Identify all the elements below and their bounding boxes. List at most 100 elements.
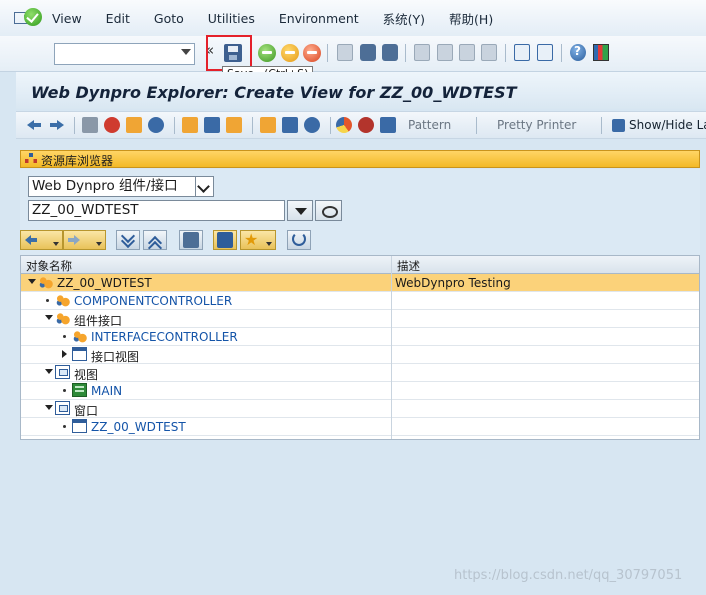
first-page-icon[interactable] <box>414 44 430 61</box>
menu-utilities[interactable]: Utilities <box>208 11 255 26</box>
forward-arrow-icon[interactable] <box>49 117 65 133</box>
wizard-icon[interactable] <box>380 117 396 133</box>
help-icon[interactable] <box>570 44 586 61</box>
previous-page-icon[interactable] <box>437 44 453 61</box>
tree-node-label[interactable]: 窗口 <box>74 402 98 419</box>
toolbar-separator <box>327 44 328 62</box>
where-used-icon[interactable] <box>148 117 164 133</box>
cancel-icon[interactable] <box>303 44 321 62</box>
table-header: 对象名称 描述 <box>21 256 699 274</box>
views-folder-icon <box>55 365 70 379</box>
menu-system[interactable]: 系统(Y) <box>383 9 425 28</box>
expanded-triangle-icon[interactable] <box>45 369 53 374</box>
test-icon[interactable] <box>358 117 374 133</box>
toolbar-separator <box>74 117 75 134</box>
repository-browser-label: 资源库浏览器 <box>41 154 114 168</box>
leaf-dot <box>46 299 49 302</box>
tree-node-label[interactable]: MAIN <box>91 384 122 398</box>
pattern-button[interactable]: Pattern <box>408 118 451 132</box>
refresh-button[interactable] <box>287 230 311 250</box>
tree-row[interactable]: 接口视图 <box>21 346 699 364</box>
menu-environment[interactable]: Environment <box>279 11 359 26</box>
new-session-icon[interactable] <box>514 44 530 61</box>
expand-all-button[interactable] <box>116 228 140 250</box>
back-arrow-icon <box>25 235 37 245</box>
window-icon <box>72 419 87 433</box>
tree-row[interactable]: ZZ_00_WDTEST WebDynpro Testing <box>21 274 699 292</box>
tree-row[interactable]: ZZ_00_WDTEST <box>21 418 699 436</box>
navigate-icon[interactable] <box>226 117 242 133</box>
display-change-icon[interactable] <box>82 117 98 133</box>
expanded-triangle-icon[interactable] <box>45 315 53 320</box>
tree-node-label[interactable]: 视图 <box>74 366 98 383</box>
hierarchy-button[interactable] <box>213 230 237 250</box>
tree-node-label[interactable]: COMPONENTCONTROLLER <box>74 294 232 308</box>
tree-row[interactable]: 窗口 <box>21 400 699 418</box>
exit-nav-icon[interactable] <box>281 44 299 62</box>
back-icon[interactable] <box>258 44 276 62</box>
chevron-down-icon[interactable] <box>195 177 213 196</box>
tree-row[interactable]: MAIN <box>21 382 699 400</box>
toolbar-separator <box>601 117 602 134</box>
tree-node-label[interactable]: 接口视图 <box>91 348 139 365</box>
collapse-all-button[interactable] <box>143 230 167 256</box>
info-icon[interactable] <box>304 117 320 133</box>
pie-icon[interactable] <box>336 117 352 133</box>
pretty-printer-button[interactable]: Pretty Printer <box>497 118 576 132</box>
magic-wand-icon[interactable] <box>204 117 220 133</box>
toolbar-separator <box>476 117 477 134</box>
object-list-icon[interactable] <box>182 117 198 133</box>
tree-node-label[interactable]: ZZ_00_WDTEST <box>57 276 152 290</box>
toolbar-separator <box>330 117 331 134</box>
customize-layout-icon[interactable] <box>593 44 609 61</box>
toolbar-separator <box>252 117 253 134</box>
hierarchy-icon[interactable] <box>260 117 276 133</box>
tree-node-label[interactable]: INTERFACECONTROLLER <box>91 330 238 344</box>
back-arrow-icon[interactable] <box>26 117 42 133</box>
collapsed-triangle-icon[interactable] <box>62 350 67 358</box>
object-type-select[interactable]: Web Dynpro 组件/接口 <box>28 176 214 197</box>
column-divider[interactable] <box>391 256 392 439</box>
tree-node-label[interactable]: ZZ_00_WDTEST <box>91 420 186 434</box>
next-page-icon[interactable] <box>459 44 475 61</box>
tree-row[interactable]: COMPONENTCONTROLLER <box>21 292 699 310</box>
toolbar-separator <box>174 117 175 134</box>
last-page-icon[interactable] <box>481 44 497 61</box>
hierarchy-icon <box>217 232 233 248</box>
tree-row[interactable]: 组件接口 <box>21 310 699 328</box>
tree-node-label[interactable]: 组件接口 <box>74 312 122 329</box>
tree-row[interactable]: INTERFACECONTROLLER <box>21 328 699 346</box>
tree-back-button[interactable] <box>20 230 63 250</box>
forward-arrow-icon <box>68 235 80 245</box>
menu-view[interactable]: View <box>52 11 82 26</box>
enter-icon[interactable] <box>24 8 42 26</box>
show-hide-icon[interactable] <box>612 119 625 132</box>
dropdown-icon <box>53 242 59 246</box>
command-dropdown-icon[interactable] <box>181 49 191 55</box>
find-icon[interactable] <box>360 44 376 61</box>
print-icon[interactable] <box>337 44 353 61</box>
favorites-button[interactable]: ★ <box>240 230 276 250</box>
object-name-dropdown-button[interactable] <box>287 200 313 221</box>
menu-goto[interactable]: Goto <box>154 11 184 26</box>
find-button[interactable] <box>179 230 203 250</box>
object-name-input[interactable]: ZZ_00_WDTEST <box>28 200 285 221</box>
command-field[interactable] <box>54 43 195 65</box>
shortcut-icon[interactable] <box>537 44 553 61</box>
tree-forward-button[interactable] <box>63 230 106 250</box>
column-header-description[interactable]: 描述 <box>397 258 420 274</box>
show-hide-button[interactable]: Show/Hide La <box>629 118 706 132</box>
tree-row[interactable]: 视图 <box>21 364 699 382</box>
check-icon[interactable] <box>104 117 120 133</box>
find-next-icon[interactable] <box>382 44 398 61</box>
menu-help[interactable]: 帮助(H) <box>449 9 493 28</box>
activate-icon[interactable] <box>126 117 142 133</box>
menu-edit[interactable]: Edit <box>106 11 130 26</box>
display-glasses-button[interactable] <box>315 200 342 221</box>
expanded-triangle-icon[interactable] <box>45 405 53 410</box>
column-header-object-name[interactable]: 对象名称 <box>26 258 72 274</box>
list-icon[interactable] <box>282 117 298 133</box>
expanded-triangle-icon[interactable] <box>28 279 36 284</box>
object-type-value: Web Dynpro 组件/接口 <box>32 178 178 194</box>
leaf-dot <box>63 425 66 428</box>
